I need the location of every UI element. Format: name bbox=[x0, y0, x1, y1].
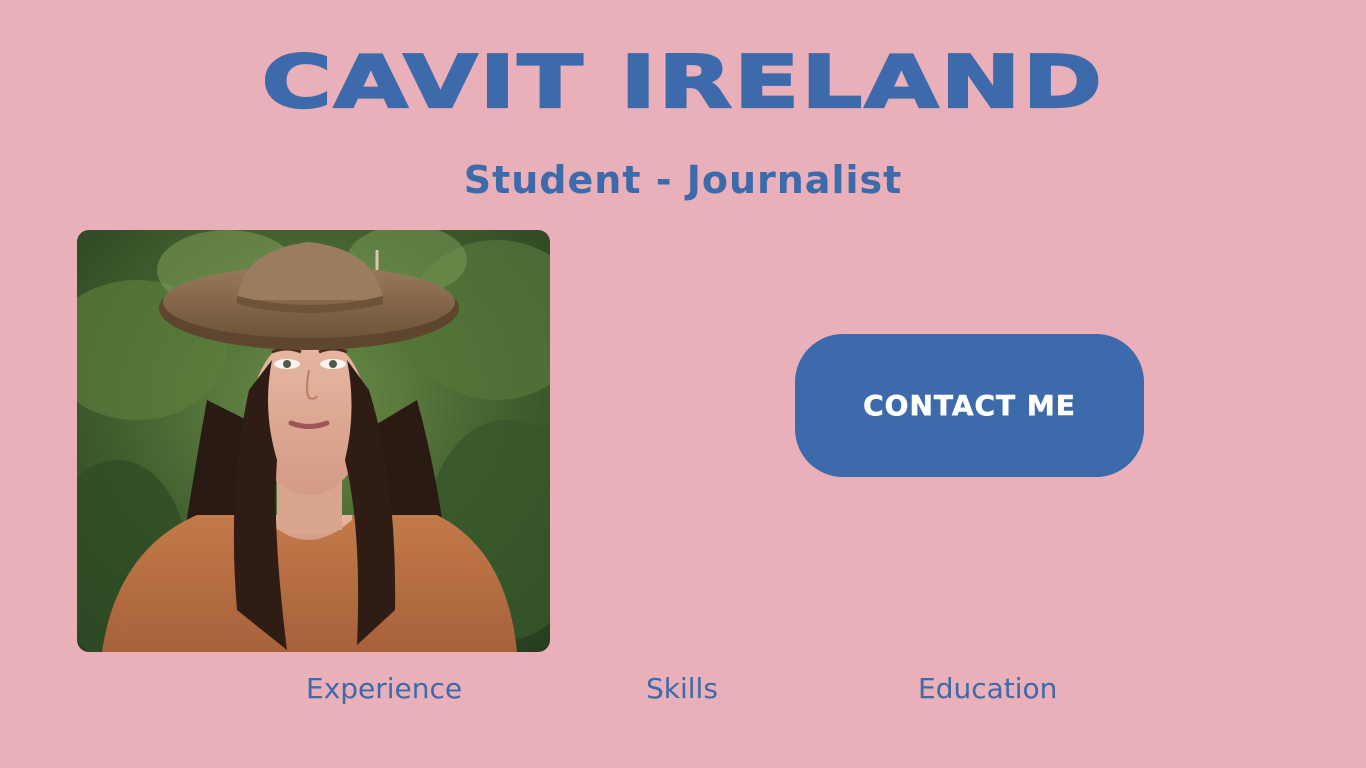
contact-me-label: Contact me bbox=[863, 389, 1076, 423]
portfolio-page: CAVIT IRELAND Student - Journalist CONTA… bbox=[0, 0, 1366, 768]
nav-link-experience[interactable]: Experience bbox=[306, 668, 462, 710]
nav-link-skills[interactable]: Skills bbox=[646, 668, 718, 710]
page-title: CAVIT IRELAND bbox=[260, 41, 1105, 125]
contact-me-button[interactable]: Contact me bbox=[795, 334, 1144, 477]
nav-link-education[interactable]: Education bbox=[918, 668, 1057, 710]
page-subtitle: Student - Journalist bbox=[463, 158, 903, 202]
profile-photo bbox=[77, 230, 550, 652]
